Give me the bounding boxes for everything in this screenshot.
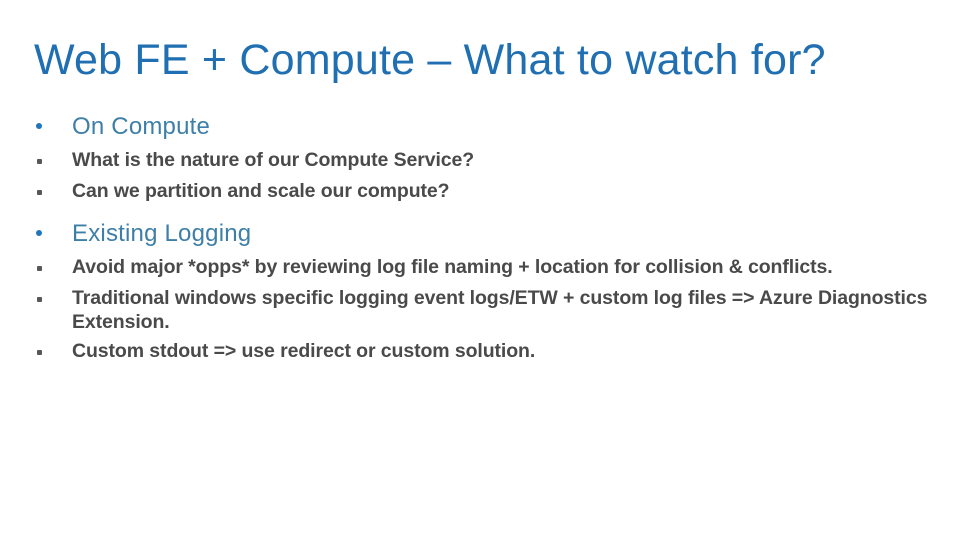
list-item[interactable]: Custom stdout => use redirect or custom … [30,339,950,365]
list-item[interactable]: Can we partition and scale our compute? [30,179,950,205]
list-item[interactable]: What is the nature of our Compute Servic… [30,148,950,174]
list-item[interactable]: On Compute [30,112,950,142]
square-bullet-icon [37,159,42,164]
list-item[interactable]: Traditional windows specific logging eve… [30,286,950,334]
list-item[interactable]: Avoid major *opps* by reviewing log file… [30,255,950,281]
round-bullet-icon [36,123,42,129]
list-item-label: Avoid major *opps* by reviewing log file… [72,256,833,278]
list-item-label: Custom stdout => use redirect or custom … [72,340,536,362]
list-item-label: What is the nature of our Compute Servic… [72,149,475,171]
square-bullet-icon [37,297,42,302]
square-bullet-icon [37,190,42,195]
list-item-label: Can we partition and scale our compute? [72,180,450,202]
square-bullet-icon [37,350,42,355]
list-item-label: Traditional windows specific logging eve… [72,287,928,333]
list-item-label: Existing Logging [72,220,252,247]
square-bullet-icon [37,266,42,271]
slide-content-body: On Compute What is the nature of our Com… [30,112,950,370]
round-bullet-icon [36,230,42,236]
list-item[interactable]: Existing Logging [30,219,950,249]
page-title: Web FE + Compute – What to watch for? [34,36,826,84]
list-item-label: On Compute [72,113,211,140]
slide-canvas: Web FE + Compute – What to watch for? On… [0,0,979,551]
